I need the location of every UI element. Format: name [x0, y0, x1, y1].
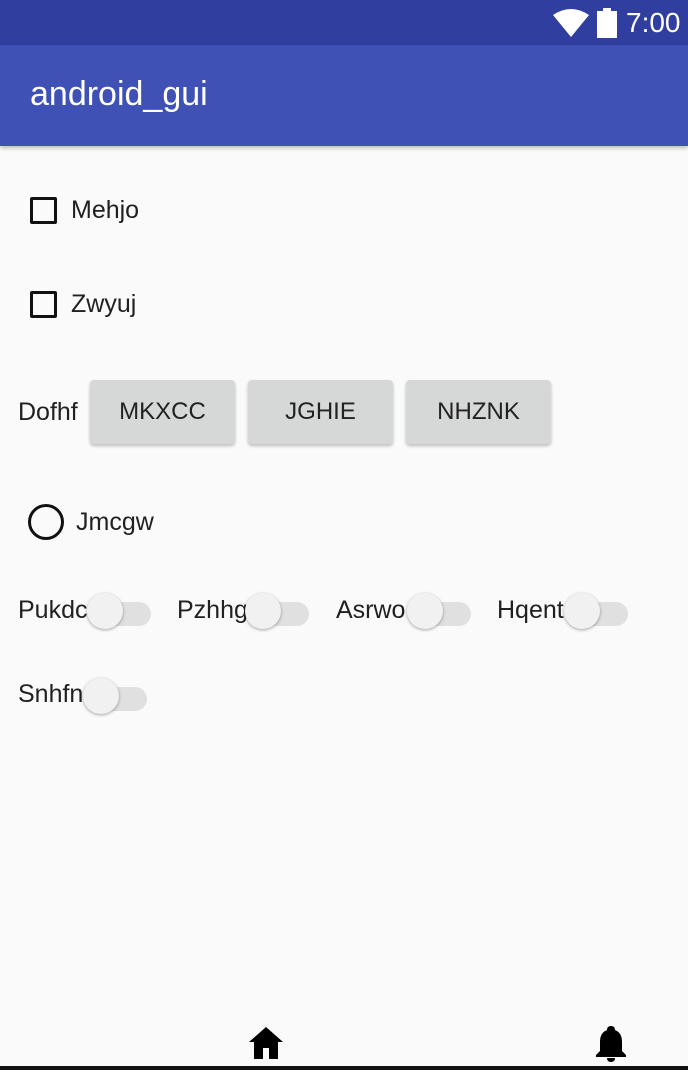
switch-label-pzhhg: Pzhhg	[177, 596, 248, 624]
nhznk-button[interactable]: NHZNK	[406, 380, 551, 444]
button-group-label: Dofhf	[18, 398, 78, 426]
app-bar: android_gui	[0, 45, 688, 146]
radio-label: Jmcgw	[76, 507, 154, 536]
battery-icon	[597, 8, 617, 38]
switch-thumb[interactable]	[245, 593, 281, 629]
switch-snhfn[interactable]	[83, 675, 151, 715]
app-title: android_gui	[30, 75, 208, 113]
switch-label-snhfn: Snhfn	[18, 680, 84, 708]
wifi-icon	[553, 9, 589, 37]
switch-pukdc[interactable]	[87, 590, 155, 630]
status-bar: 7:00	[0, 0, 688, 45]
switch-label-pukdc: Pukdc	[18, 596, 88, 624]
switch-label-asrwo: Asrwo	[336, 596, 406, 624]
switch-asrwo[interactable]	[407, 590, 475, 630]
jghie-button[interactable]: JGHIE	[248, 380, 393, 444]
mkxcc-button[interactable]: MKXCC	[90, 380, 235, 444]
radio-circle[interactable]	[28, 504, 64, 540]
switch-thumb[interactable]	[87, 593, 123, 629]
checkbox-label: Mehjo	[71, 195, 140, 224]
bottom-divider	[0, 1066, 688, 1070]
checkbox-box[interactable]	[30, 290, 57, 318]
switch-pzhhg[interactable]	[245, 590, 313, 630]
checkbox-label: Zwyuj	[71, 289, 137, 318]
checkbox-zwyuj[interactable]: Zwyuj	[30, 284, 136, 324]
switch-thumb[interactable]	[83, 678, 119, 714]
switch-hqent[interactable]	[564, 590, 632, 630]
notification-bell-icon[interactable]	[594, 1024, 628, 1062]
home-icon[interactable]	[248, 1026, 284, 1060]
switch-thumb[interactable]	[564, 593, 600, 629]
checkbox-box[interactable]	[30, 196, 57, 224]
switch-label-hqent: Hqent	[497, 596, 564, 624]
radio-jmcgw[interactable]: Jmcgw	[28, 500, 154, 544]
checkbox-mehjo[interactable]: Mehjo	[30, 190, 139, 230]
status-clock: 7:00	[626, 7, 681, 38]
switch-thumb[interactable]	[407, 593, 443, 629]
